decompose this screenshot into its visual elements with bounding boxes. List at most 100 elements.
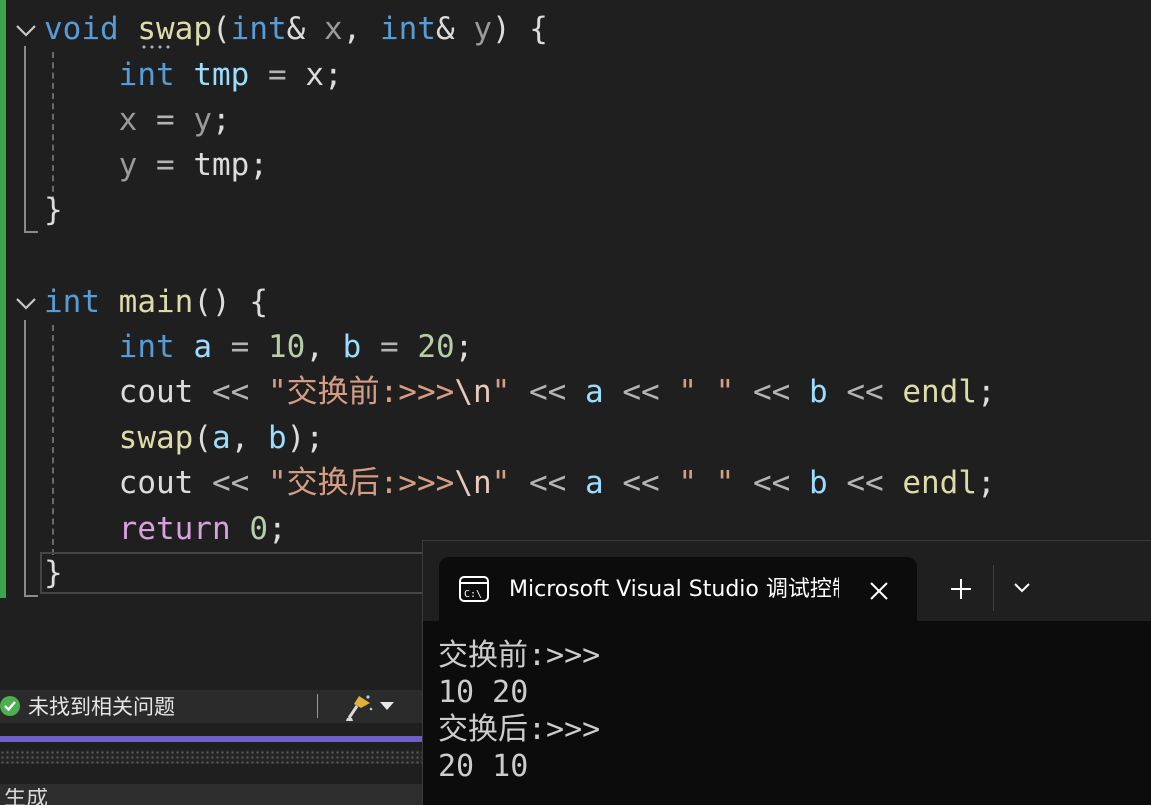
code-token: }	[44, 192, 63, 228]
terminal-tab-title: Microsoft Visual Studio 调试控制台	[509, 577, 839, 602]
terminal-tab[interactable]: C:\ Microsoft Visual Studio 调试控制台	[439, 557, 917, 623]
code-token: y	[473, 11, 492, 47]
code-token: <<	[622, 465, 660, 501]
code-token: y	[118, 147, 138, 183]
code-token: a	[193, 329, 212, 365]
plus-icon[interactable]	[949, 577, 973, 601]
code-token: y	[193, 102, 212, 138]
code-token: <<	[846, 465, 884, 501]
code-token: swap	[137, 11, 212, 47]
code-token: cout	[44, 465, 212, 501]
close-icon[interactable]	[867, 579, 891, 603]
code-line[interactable]: x = y;	[44, 98, 231, 143]
scope-guide-end	[24, 231, 38, 233]
scope-guide-end	[24, 595, 38, 597]
output-panel-label[interactable]: 生成	[4, 788, 48, 805]
panel-resize-grip[interactable]	[0, 750, 422, 764]
fold-chevron-down-icon[interactable]	[12, 16, 40, 44]
chevron-down-icon[interactable]	[380, 702, 394, 710]
code-line[interactable]: }	[44, 551, 63, 596]
terminal-line: 交换前:>>>	[438, 638, 601, 673]
code-token: x	[323, 11, 343, 47]
chevron-down-icon[interactable]	[1011, 581, 1033, 595]
code-line[interactable]: y = tmp;	[44, 143, 268, 188]
code-token: main	[118, 284, 194, 320]
terminal-output[interactable]: 交换前:>>> 10 20 交换后:>>> 20 10	[438, 637, 600, 785]
code-token: cout	[44, 374, 212, 410]
code-line[interactable]: return 0;	[44, 507, 287, 552]
code-token: ;	[267, 511, 287, 547]
code-line[interactable]: cout << "交换后:>>>\n" << a << " " << b << …	[44, 461, 996, 506]
code-token: "	[491, 374, 511, 410]
code-token: b	[809, 374, 828, 410]
panel-accent-bar	[0, 736, 422, 742]
code-token: "交换后:>>>	[267, 465, 455, 501]
code-token: <<	[528, 374, 567, 410]
code-line[interactable]: int tmp = x;	[44, 53, 343, 98]
code-token: <<	[846, 374, 884, 410]
code-token: tmp;	[193, 147, 268, 183]
code-line[interactable]: int main() {	[44, 280, 268, 325]
change-indicator-bar	[0, 0, 6, 598]
terminal-line: 20 10	[438, 749, 529, 784]
code-token: endl	[902, 374, 977, 410]
console-icon: C:\	[459, 576, 489, 602]
code-token: () {	[193, 284, 268, 320]
code-token: <<	[211, 465, 250, 501]
fold-chevron-down-icon[interactable]	[12, 289, 40, 317]
code-token: ,	[230, 420, 268, 456]
code-token: <<	[753, 374, 791, 410]
code-token: ,	[305, 329, 343, 365]
code-token: int	[118, 329, 175, 365]
code-editor[interactable]: void swap(int& x, int& y) { int tmp = x;…	[0, 0, 1151, 600]
debug-console-window[interactable]: C:\ Microsoft Visual Studio 调试控制台 交换前:>>…	[422, 540, 1151, 805]
code-token: ;	[212, 102, 231, 138]
code-token: int	[118, 57, 175, 93]
current-line-highlight	[40, 552, 422, 594]
code-token: (	[193, 420, 212, 456]
code-line[interactable]: void swap(int& x, int& y) {	[44, 7, 548, 52]
code-token: 0	[249, 511, 268, 547]
code-token: int	[379, 11, 436, 47]
svg-text:C:\: C:\	[464, 589, 482, 600]
code-line[interactable]: cout << "交换前:>>>\n" << a << " " << b << …	[44, 370, 996, 415]
code-token: &	[286, 11, 324, 47]
code-token: =	[212, 329, 268, 365]
code-token: "交换前:>>>	[267, 374, 455, 410]
code-token: =	[249, 57, 306, 93]
code-token: ;	[977, 374, 996, 410]
code-token: 20	[417, 329, 455, 365]
error-list-status-bar: 未找到相关问题	[0, 690, 422, 723]
code-token: ;	[977, 465, 996, 501]
status-message: 未找到相关问题	[28, 695, 175, 719]
code-line[interactable]: }	[44, 188, 63, 233]
code-line[interactable]: int a = 10, b = 20;	[44, 325, 474, 370]
code-token: <<	[753, 465, 791, 501]
code-token: int	[230, 11, 287, 47]
code-line[interactable]: swap(a, b);	[44, 416, 324, 461]
terminal-titlebar[interactable]: C:\ Microsoft Visual Studio 调试控制台	[423, 541, 1151, 623]
brush-icon[interactable]	[344, 692, 374, 722]
code-token: a	[211, 420, 231, 456]
code-token: b	[267, 420, 287, 456]
code-token: }	[44, 555, 63, 591]
code-token: x	[118, 102, 138, 138]
code-token: ,	[342, 11, 380, 47]
code-token: void	[44, 11, 119, 47]
